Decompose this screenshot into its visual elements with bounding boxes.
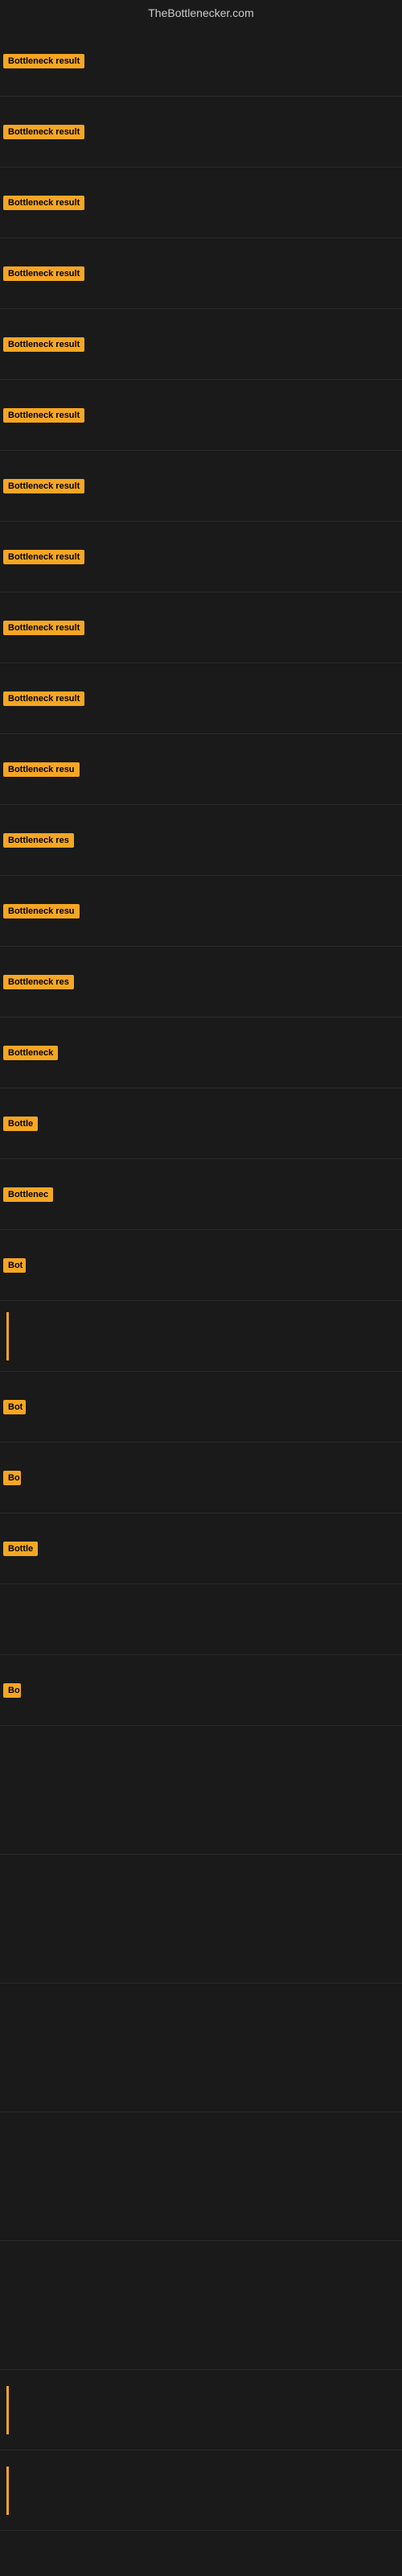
- list-item: [0, 2450, 402, 2531]
- bottleneck-badge: Bottleneck result: [3, 691, 84, 706]
- list-item: [0, 2370, 402, 2450]
- bottleneck-badge: Bot: [3, 1400, 26, 1414]
- list-item: Bottleneck result: [0, 380, 402, 451]
- bottleneck-badge: Bottleneck result: [3, 621, 84, 635]
- bottleneck-badge: Bottleneck: [3, 1046, 58, 1060]
- list-item: Bo: [0, 1655, 402, 1726]
- bottleneck-badge: Bottle: [3, 1542, 38, 1556]
- bottleneck-badge: Bottleneck result: [3, 337, 84, 352]
- list-item: Bottleneck result: [0, 451, 402, 522]
- bottleneck-badge: Bottle: [3, 1117, 38, 1131]
- list-item: [0, 2112, 402, 2241]
- bottleneck-badge: Bo: [3, 1471, 21, 1485]
- bottleneck-badge: Bottleneck resu: [3, 762, 80, 777]
- list-item: Bottleneck result: [0, 97, 402, 167]
- list-item: [0, 1984, 402, 2112]
- list-item: Bottle: [0, 1088, 402, 1159]
- list-item: Bottleneck result: [0, 663, 402, 734]
- bottleneck-badge: Bottlenec: [3, 1187, 53, 1202]
- list-item: [0, 1726, 402, 1855]
- list-item: Bottleneck result: [0, 522, 402, 592]
- list-item: Bottleneck result: [0, 238, 402, 309]
- list-item: Bot: [0, 1372, 402, 1443]
- list-item: Bottleneck result: [0, 167, 402, 238]
- bottleneck-badge: Bottleneck resu: [3, 904, 80, 919]
- list-item: [0, 2241, 402, 2370]
- page-container: TheBottlenecker.com Bottleneck resultBot…: [0, 0, 402, 2531]
- list-item: [0, 1584, 402, 1655]
- bottleneck-badge: Bottleneck result: [3, 54, 84, 68]
- bottleneck-badge: Bottleneck result: [3, 196, 84, 210]
- vertical-line: [6, 2386, 9, 2434]
- rows-container: Bottleneck result Bottleneck result Bottle…: [0, 26, 402, 2531]
- bottleneck-badge: Bottleneck result: [3, 125, 84, 139]
- list-item: Bottleneck res: [0, 947, 402, 1018]
- bottleneck-badge: Bottleneck res: [3, 975, 74, 989]
- vertical-line: [6, 2467, 9, 2515]
- site-title: TheBottlenecker.com: [0, 0, 402, 26]
- list-item: Bottleneck: [0, 1018, 402, 1088]
- bottleneck-badge: Bo: [3, 1683, 21, 1698]
- list-item: Bottlenec: [0, 1159, 402, 1230]
- list-item: Bottleneck res: [0, 805, 402, 876]
- list-item: Bot: [0, 1230, 402, 1301]
- list-item: Bottleneck resu: [0, 876, 402, 947]
- bottleneck-badge: Bottleneck res: [3, 833, 74, 848]
- list-item: Bottleneck result: [0, 26, 402, 97]
- list-item: Bottleneck resu: [0, 734, 402, 805]
- list-item: Bottleneck result: [0, 309, 402, 380]
- bottleneck-badge: Bot: [3, 1258, 26, 1273]
- list-item: Bottle: [0, 1513, 402, 1584]
- bottleneck-badge: Bottleneck result: [3, 479, 84, 493]
- list-item: [0, 1855, 402, 1984]
- bottleneck-badge: Bottleneck result: [3, 408, 84, 423]
- bottleneck-badge: Bottleneck result: [3, 266, 84, 281]
- vertical-line: [6, 1312, 9, 1360]
- bottleneck-badge: Bottleneck result: [3, 550, 84, 564]
- list-item: [0, 1301, 402, 1372]
- list-item: Bo: [0, 1443, 402, 1513]
- list-item: Bottleneck result: [0, 592, 402, 663]
